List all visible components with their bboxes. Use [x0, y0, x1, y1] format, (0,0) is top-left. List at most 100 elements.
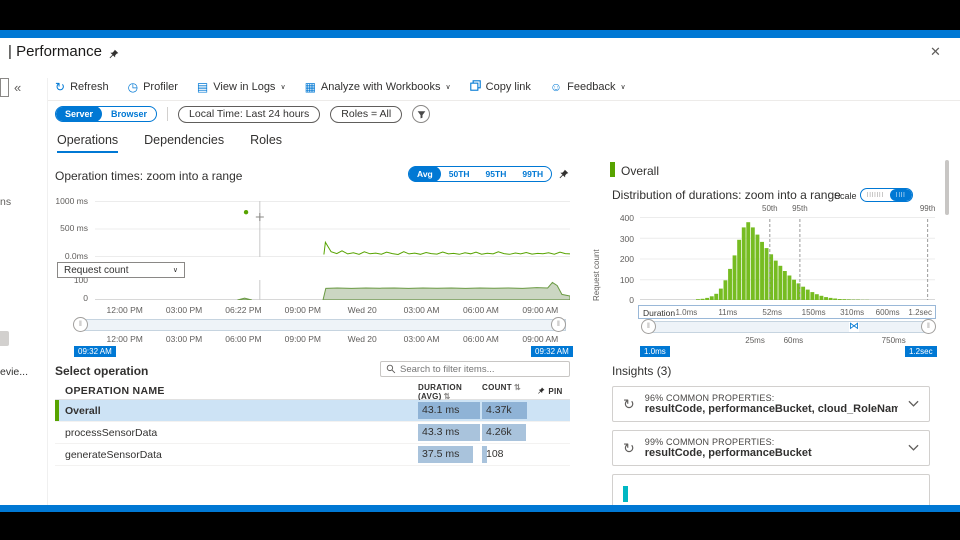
collapse-sidebar-icon[interactable]: « — [14, 80, 21, 95]
y-tick: 0.0ms — [64, 251, 88, 261]
insight-heading: 99% COMMON PROPERTIES: — [644, 437, 775, 447]
table-row-generateSensorData[interactable]: generateSensorData 37.5 ms 108 — [55, 444, 570, 466]
screen: | Performance ✕ « ns evie... ↻ Refresh ◷… — [0, 0, 960, 540]
metric-dropdown-value: Request count — [64, 264, 129, 276]
time-range-filter[interactable]: Local Time: Last 24 hours — [178, 105, 321, 123]
funnel-icon — [417, 110, 426, 118]
request-count-axis-label: Request count — [592, 249, 601, 301]
operation-name: generateSensorData — [65, 448, 162, 461]
table-header: OPERATION NAME DURATION (AVG) ⇅ COUNT ⇅ PI… — [55, 383, 570, 401]
duration-brush-end-badge: 1.2sec — [905, 346, 937, 357]
logs-icon: ▤ — [196, 79, 209, 94]
chevron-down-icon[interactable] — [908, 400, 919, 408]
right-scrollbar[interactable] — [945, 160, 949, 215]
feedback-icon: ☺ — [549, 79, 563, 94]
y-tick: 1000 ms — [55, 196, 88, 206]
search-icon — [386, 364, 396, 374]
analyze-label: Analyze with Workbooks — [320, 80, 441, 93]
view-in-logs-label: View in Logs — [213, 80, 276, 93]
duration-value: 37.5 ms — [422, 448, 460, 460]
azure-bottom-banner — [0, 505, 960, 512]
scale-log-option[interactable]: ||||||| — [861, 189, 890, 201]
pin-icon — [538, 387, 545, 394]
y-tick: 0 — [629, 295, 634, 305]
pin-chart-icon[interactable] — [558, 167, 569, 185]
y-tick: 0 — [83, 293, 88, 303]
percentile-labels: 50th 95th 99th — [762, 204, 936, 213]
copy-link-button[interactable]: Copy link — [469, 80, 531, 93]
time-brush-right-handle[interactable]: ‖ — [551, 317, 566, 332]
command-bar: ↻ Refresh ◷ Profiler ▤ View in Logs ∨ ▦ … — [55, 80, 626, 93]
filter-bar: Server Browser Local Time: Last 24 hours… — [55, 105, 431, 123]
search-input[interactable] — [400, 363, 564, 375]
add-filter-button[interactable] — [412, 105, 431, 123]
sync-icon: ↻ — [623, 439, 635, 456]
scale-label: Scale — [834, 191, 857, 201]
y-tick: 500 ms — [60, 223, 88, 233]
profiler-button[interactable]: ◷ Profiler — [128, 81, 178, 93]
insight-accent-bar — [623, 486, 628, 502]
operation-name: Overall — [65, 404, 101, 417]
view-in-logs-button[interactable]: ▤ View in Logs ∨ — [197, 81, 286, 93]
table-row-processSensorData[interactable]: processSensorData 43.3 ms 4.26k — [55, 422, 570, 444]
duration-ticks: 1.0ms 11ms 52ms 150ms 310ms 600ms 1.2sec — [675, 308, 932, 317]
insight-card-96[interactable]: ↻ 96% COMMON PROPERTIES: resultCode, per… — [612, 386, 930, 422]
count-value: 4.37k — [486, 404, 512, 416]
operation-times-chart[interactable] — [95, 201, 570, 257]
request-count-chart[interactable] — [95, 280, 570, 300]
browser-toggle[interactable]: Browser — [102, 107, 156, 121]
insight-card-partial[interactable] — [612, 474, 930, 505]
scale-toggle: ||||||| |||| — [860, 188, 913, 202]
chevron-down-icon[interactable] — [908, 444, 919, 452]
insight-card-99[interactable]: ↻ 99% COMMON PROPERTIES: resultCode, per… — [612, 430, 930, 466]
tab-dependencies[interactable]: Dependencies — [144, 133, 224, 153]
collapse-range-icon[interactable]: ⋈ — [849, 322, 859, 332]
duration-y-axis: 1000 ms 500 ms 0.0ms 100 0 — [48, 38, 88, 303]
duration-brush-track[interactable] — [648, 321, 928, 333]
duration-axis-box: Duration 1.0ms 11ms 52ms 150ms 310ms 600ms 1.2… — [638, 305, 936, 319]
metric-dropdown[interactable]: Request count ∨ — [57, 262, 185, 278]
search-box[interactable] — [380, 361, 570, 377]
scale-linear-option[interactable]: |||| — [890, 189, 912, 201]
metric-avg[interactable]: Avg — [409, 166, 441, 182]
grip-icon: ‖ — [927, 323, 930, 330]
table-row-overall[interactable]: Overall 43.1 ms 4.37k — [55, 400, 570, 422]
col-duration[interactable]: DURATION (AVG) ⇅ — [418, 383, 482, 401]
tab-roles[interactable]: Roles — [250, 133, 282, 153]
duration-brush-right-handle[interactable]: ‖ — [921, 319, 936, 334]
insight-detail: resultCode, performanceBucket — [644, 447, 812, 459]
metric-95th[interactable]: 95TH — [478, 166, 515, 182]
operation-name: processSensorData — [65, 426, 158, 439]
y-tick: 300 — [619, 234, 634, 244]
profiler-icon: ◷ — [127, 79, 139, 94]
roles-filter[interactable]: Roles = All — [330, 105, 403, 123]
pin-blade-icon[interactable] — [108, 47, 119, 65]
duration-distribution-chart[interactable] — [640, 217, 935, 300]
insight-detail: resultCode, performanceBucket, cloud_Rol… — [644, 403, 898, 415]
sidebar-fragment-top: ns — [0, 196, 12, 208]
azure-top-banner — [0, 30, 960, 38]
distribution-title: Distribution of durations: zoom into a r… — [612, 188, 841, 202]
insight-heading: 96% COMMON PROPERTIES: — [644, 393, 775, 403]
col-pin: PIN — [530, 387, 570, 396]
brush-end-badge: 09:32 AM — [531, 346, 573, 357]
time-brush-track[interactable] — [80, 319, 566, 331]
col-count[interactable]: COUNT ⇅ — [482, 383, 530, 399]
col-operation-name[interactable]: OPERATION NAME — [55, 385, 418, 397]
grip-icon: ‖ — [79, 321, 82, 328]
sidebar-fragment-chip — [0, 331, 9, 346]
toolbar-divider — [48, 100, 960, 101]
close-blade-icon[interactable]: ✕ — [930, 44, 941, 60]
metric-50th[interactable]: 50TH — [441, 166, 478, 182]
chevron-down-icon: ∨ — [445, 83, 451, 91]
insights-title: Insights (3) — [612, 364, 672, 378]
metric-99th[interactable]: 99TH — [514, 166, 551, 182]
duration-brush-left-handle[interactable]: ‖ — [641, 319, 656, 334]
chevron-down-icon: ∨ — [280, 83, 286, 91]
analyze-with-workbooks-button[interactable]: ▦ Analyze with Workbooks ∨ — [305, 81, 451, 93]
time-brush-left-handle[interactable]: ‖ — [73, 317, 88, 332]
sort-icon: ⇅ — [513, 383, 521, 392]
tab-strip: Operations Dependencies Roles — [57, 133, 282, 153]
profiler-label: Profiler — [143, 80, 178, 93]
count-value: 108 — [486, 448, 504, 460]
